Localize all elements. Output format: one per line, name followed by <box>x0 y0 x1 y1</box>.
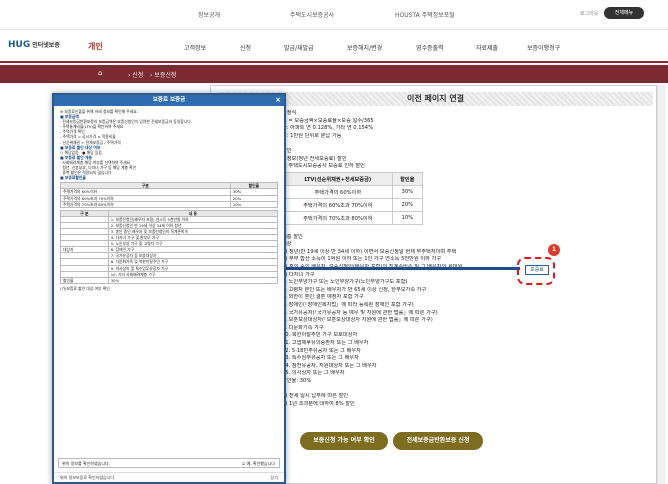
main-nav: HUG 인터넷보증 개인 고객정보 신청 발급/재발급 보증해지/변경 영수증출력… <box>0 30 668 63</box>
link-info-disclosure[interactable]: 정보공개 <box>198 10 220 19</box>
nav-item-customer[interactable]: 고객정보 <box>184 43 206 52</box>
logo-mark: HUG <box>8 40 31 50</box>
text-line: 2) 1년 초과분에 대하여 8% 할인 <box>282 400 355 407</box>
logout-link[interactable]: 로그아웃 <box>580 10 598 17</box>
text-line: 및 주택도시보증공사 보증료 인하 할인 <box>282 163 365 170</box>
text-line: 11. 고엽제후유의증환자 또는 그 배우자 <box>282 339 369 346</box>
fee-text-top: 산정식 료 = 보증금액×보증료율×보증 일수/365 율: 아파트 연 0.1… <box>282 110 642 171</box>
apply-guarantee-button[interactable]: 전세보증금반환보증 신청 <box>393 432 483 450</box>
table-row: 주택가격의 70%초과 80%이하 10% <box>283 211 424 225</box>
popup-ltv-table: 구분 할인율 주택가격의 60%이하 30% 주택가격의 60%초과 70%이하 20… <box>60 182 279 208</box>
close-icon[interactable]: × <box>275 95 281 106</box>
nav-item-cancel[interactable]: 보증해지/변경 <box>347 43 382 52</box>
table-cell: 10% <box>229 200 279 208</box>
text-line: 요정보(청년 전세보증료) 할인 <box>282 155 347 162</box>
annotation-arrow <box>276 267 520 270</box>
text-line: 10. 북한이탈주민 가구 보호대상자 <box>282 332 358 339</box>
table-cell: 10% <box>391 211 424 225</box>
table-cell: 주택가격의 70%초과 80%이하 <box>283 211 393 225</box>
text-line: 6. 장애인(「장애인복지법」에 따라 등록된 장애인 포함 가구) <box>282 301 414 308</box>
table-cell: 주택가격의 70%초과 80%이하 <box>60 200 231 208</box>
fee-popup: 보증료 보증금 × ※ 보증료산출을 위해 아래 정보를 확인해 주세요. ■ … <box>52 93 286 484</box>
table-cell: 20% <box>391 198 424 212</box>
table-header: LTV(선순위채권+전세보증금) <box>283 172 393 186</box>
top-utility-bar: 정보공개 주택도시보증공사 HOUSTA 주택정보포털 로그아웃 전체메뉴 <box>0 0 668 30</box>
home-icon[interactable]: ⌂ <box>98 69 102 77</box>
link-housta[interactable]: HOUSTA 주택정보포털 <box>395 10 455 19</box>
ltv-discount-table: LTV(선순위채권+전세보증금) 할인율 주택가격의 60%이하 30% 주택가격의… <box>283 172 424 225</box>
nav-item-issue[interactable]: 발급/재발급 <box>284 43 314 52</box>
table-row: 주택가격의 70%초과 80%이하 10% <box>60 200 279 208</box>
popup-footer: 위의 정보보증료 확인하셨습니다. 닫기 <box>54 472 284 482</box>
text-line: 2) 전세 일시 납부에 따른 할인 <box>282 393 349 400</box>
text-line: 9. 다문화가족 가구 <box>282 324 324 331</box>
breadcrumb-apply[interactable]: › 신청 <box>128 70 143 79</box>
table-cell: 주택가격의 60%이하 <box>283 185 393 199</box>
text-line: 4) 다자녀 가구 <box>282 271 315 278</box>
text-line: 료 = 보증금액×보증료율×보증 일수/365 <box>282 117 374 124</box>
confirm-checkbox[interactable]: ☑ 예, 확인했습니다 <box>242 459 275 469</box>
hug-logo[interactable]: HUG 인터넷보증 <box>8 40 60 50</box>
fee-text-bottom: 계층 할인 대상 1) 청년(만 19세 이상 만 34세 이하) 이면서 보증… <box>282 226 642 416</box>
text-line: 1) 청년(만 19세 이상 만 34세 이하) 이면서 보증신청일 현재 무주… <box>282 248 457 255</box>
text-line: 5. 외한이 혼인 결혼 예정자 포함 가구 <box>282 294 364 301</box>
popup-target-table: 구 분내 용 1. 보증신청인(배우자 포함) 연소득 5천만원 이하 2. 보… <box>60 209 279 284</box>
table-row: 주택가격의 60%초과 70%이하 20% <box>283 198 424 212</box>
breadcrumb-guarantee[interactable]: › 보증신청 <box>150 70 176 79</box>
section-title: ■ 보증료할인율 <box>60 175 86 181</box>
text-line: 14. 참전유공자, 지원대상자 또는 그 배우자 <box>282 362 377 369</box>
popup-close-button[interactable]: 닫기 <box>271 473 278 482</box>
page-scrollbar[interactable] <box>657 85 665 484</box>
table-cell: 30% <box>391 185 424 199</box>
table-row: 주택가격의 60%이하 30% <box>283 185 424 199</box>
popup-confirm-row: 위의 정보를 확인하였습니다. ☑ 예, 확인했습니다 <box>58 458 280 468</box>
popup-header: 보증료 보증금 × <box>54 95 284 106</box>
text-line: 3. 노인부양가구 또는 노인부양가구(노인부양가구도 포함) <box>282 279 408 286</box>
text-line: 15. 의사상자 또는 그 배우자 <box>282 370 345 377</box>
current-section-label: 개인 <box>88 42 103 51</box>
text-line: 할인 <box>282 147 292 154</box>
nav-item-receipt[interactable]: 영수증출력 <box>416 43 444 52</box>
table-row: 할인율 30% <box>60 276 279 284</box>
confirm-text: 위의 정보를 확인하였습니다. <box>62 461 110 466</box>
text-line: 4. 고령자 본인 또는 배우자가 만 65세 이상 신청, 한부모가족 가구 <box>282 286 427 293</box>
logo-text: 인터넷보증 <box>32 42 60 49</box>
text-line: 13. 특수임무유공자 또는 그 배우자 <box>282 355 359 362</box>
text-line <box>282 140 642 148</box>
nav-item-apply[interactable]: 신청 <box>240 43 251 52</box>
annotation-step-badge: 1 <box>548 244 560 256</box>
text-line: 2) 부부 합산 소득이 1억원 이하 또는 1인 가구 연소득 5천만원 이하… <box>282 256 442 263</box>
popup-body: ※ 보증료산출을 위해 아래 정보를 확인해 주세요. ■ 보증금액 · 전세보… <box>54 106 284 294</box>
text-line: 8. 보훈보상대상자(「보훈보상대상자 지원에 관한 법률」에 따른 가구) <box>282 317 433 324</box>
table-header: 할인율 <box>391 172 424 186</box>
popup-title: 보증료 보증금 <box>152 97 186 103</box>
table-cell: 할인율 <box>60 276 109 284</box>
table-cell: 30% <box>107 276 279 284</box>
text-line: 할: 1만원 단위로 분납 가능 <box>282 132 342 139</box>
text-line: 계층 할인 <box>282 233 303 240</box>
popup-note: (가)보증료 할인 대상 여부 확인 <box>60 285 110 291</box>
text-line <box>282 385 642 393</box>
text-line: 7. 국가유공자(「국가유공자 등 예우 및 지원에 관한 법률」에 따른 가구… <box>282 309 438 316</box>
nav-item-submit[interactable]: 자료제출 <box>476 43 498 52</box>
link-hug-corp[interactable]: 주택도시보증공사 <box>290 10 334 19</box>
text-line <box>282 226 642 234</box>
fee-confirm-button[interactable]: 보증료 <box>525 265 549 275</box>
text-line: 산정식 <box>282 110 297 116</box>
all-menu-button[interactable]: 전체메뉴 <box>604 7 644 19</box>
popup-footer-text: 위의 정보보증료 확인하셨습니다. <box>60 475 116 480</box>
text-line: 12. 5·18민주유공자 또는 그 배우자 <box>282 347 361 354</box>
breadcrumb: ⌂ › 신청 › 보증신청 <box>0 65 668 83</box>
check-eligibility-button[interactable]: 보증신청 가능 여부 확인 <box>300 432 388 450</box>
table-cell: 주택가격의 60%초과 70%이하 <box>283 198 393 212</box>
text-line: 율: 아파트 연 0.128%, 기타 연 0.154% <box>282 125 374 132</box>
text-line: 할인율: 30% <box>282 377 312 384</box>
text-line <box>282 408 642 416</box>
nav-item-claim[interactable]: 보증이행청구 <box>527 43 560 52</box>
text-line: 대상 <box>282 241 292 248</box>
